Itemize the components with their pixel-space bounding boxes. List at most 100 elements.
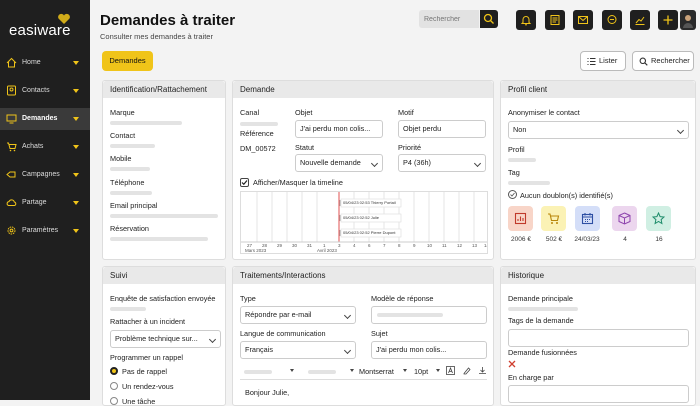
add-button[interactable] [658,10,678,30]
objet-label: Objet [295,108,313,117]
profil-value-placeholder [508,158,536,162]
search-requests-button[interactable]: Rechercher [632,51,694,71]
font-family-select[interactable]: Montserrat [359,367,394,376]
stat-loyalty[interactable] [646,206,671,231]
modele-label: Modèle de réponse [371,294,434,303]
demande-panel-title: Demande [233,81,493,98]
stat-last-purchase[interactable] [575,206,600,231]
langue-select[interactable]: Français [240,341,356,359]
sidebar-item-label: Partage [22,199,47,206]
sidebar-item-home[interactable]: Home [0,52,90,74]
timeline-tick: 31 [307,243,313,248]
download-icon[interactable] [478,366,487,375]
chevron-down-icon[interactable] [403,369,407,372]
tab-demandes[interactable]: Demandes [102,51,153,71]
anonymiser-select[interactable]: Non [508,121,689,139]
radio-label: Un rendez-vous [122,382,174,391]
langue-label: Langue de communication [240,329,326,338]
anonymiser-label: Anonymiser le contact [508,108,580,117]
radio-rendez-vous[interactable] [110,382,118,390]
sidebar-item-label: Home [22,59,41,66]
profil-client-panel: Profil client Anonymiser le contact Non … [500,80,696,260]
statistics-button[interactable] [630,10,650,30]
identification-panel-title: Identification/Rattachement [103,81,225,98]
sidebar-item-demandes[interactable]: Demandes [0,108,90,130]
box-icon [618,212,631,225]
sujet-field[interactable]: J'ai perdu mon colis... [371,341,487,359]
incident-label: Rattacher à un incident [110,317,186,326]
chevron-down-icon[interactable] [73,61,79,65]
chart-icon [635,16,645,25]
charge-field[interactable] [508,385,689,403]
suivi-panel-title: Suivi [103,267,225,284]
avatar[interactable] [680,10,696,30]
reservation-label: Réservation [110,224,149,233]
modele-field[interactable] [371,306,487,324]
stat-average-basket[interactable] [541,206,566,231]
reference-label: Référence [240,129,274,138]
motif-field[interactable]: Objet perdu [398,120,486,138]
toolbar-placeholder [308,370,336,374]
search-button[interactable] [480,10,498,28]
sidebar-item-partage[interactable]: Partage [0,192,90,214]
radio-tache[interactable] [110,397,118,405]
sidebar-item-achats[interactable]: Achats [0,136,90,158]
sidebar-item-parametres[interactable]: Paramètres [0,220,90,242]
objet-field[interactable]: J'ai perdu mon colis... [295,120,383,138]
notifications-button[interactable] [516,10,536,30]
contact-label: Contact [110,131,136,140]
text-format-icon[interactable] [446,366,455,375]
suivi-panel: Suivi Enquête de satisfaction envoyée Ra… [102,266,226,406]
tag-label: Tag [508,168,520,177]
sidebar-item-contacts[interactable]: Contacts [0,80,90,102]
chevron-down-icon[interactable] [436,369,440,372]
timeline-tick: 13 [472,243,478,248]
rappel-label: Programmer un rappel [110,353,184,362]
chevron-down-icon[interactable] [73,173,79,177]
sidebar-item-label: Contacts [22,87,50,94]
notes-button[interactable] [545,10,565,30]
cloud-icon [6,199,17,206]
font-size-select[interactable]: 10pt [414,367,428,376]
timeline-tick: 11 [442,243,447,248]
statut-select[interactable]: Nouvelle demande [295,154,383,172]
chevron-down-icon[interactable] [350,369,354,372]
timeline-event[interactable]: 05/04/23 02:52 Julie [343,215,379,220]
cart-icon [548,213,560,224]
mail-button[interactable] [573,10,593,30]
type-select[interactable]: Répondre par e-mail [240,306,356,324]
demande-principale-placeholder [508,307,578,311]
editor-body[interactable]: Bonjour Julie, [245,388,289,397]
timeline-chart[interactable]: 05/04/23 02:53 Thierry Portail 05/04/23 … [240,191,488,254]
radio-pas-de-rappel[interactable] [110,367,118,375]
search-input[interactable] [419,10,479,28]
stat-revenue[interactable] [508,206,533,231]
timeline-tick: 3 [338,243,341,248]
chevron-down-icon[interactable] [73,89,79,93]
tag-value-placeholder [508,181,550,185]
chevron-down-icon[interactable] [73,229,79,233]
chevron-down-icon[interactable] [73,201,79,205]
list-icon [587,57,596,66]
checkmark-icon [241,180,248,186]
stat-orders[interactable] [612,206,637,231]
list-button[interactable]: Lister [580,51,626,71]
chevron-down-icon[interactable] [73,117,79,121]
email-label: Email principal [110,201,158,210]
telephone-label: Téléphone [110,178,145,187]
chat-button[interactable] [602,10,622,30]
clear-format-icon[interactable] [462,366,471,375]
tags-field[interactable] [508,329,689,347]
sidebar-item-label: Achats [22,143,44,150]
search-icon [483,13,494,24]
priorite-select[interactable]: P4 (36h) [398,154,486,172]
chevron-down-icon[interactable] [290,369,294,372]
timeline-tick: 6 [368,243,371,248]
sidebar-item-campagnes[interactable]: Campagnes [0,164,90,186]
timeline-event[interactable]: 05/04/23 02:52 Pierre Dupont [343,230,395,235]
timeline-checkbox[interactable] [240,178,249,187]
chevron-down-icon[interactable] [73,145,79,149]
incident-select[interactable]: Problème technique sur... [110,330,221,348]
timeline-event[interactable]: 05/04/23 02:53 Thierry Portail [343,200,396,205]
email-value-placeholder [110,214,218,218]
